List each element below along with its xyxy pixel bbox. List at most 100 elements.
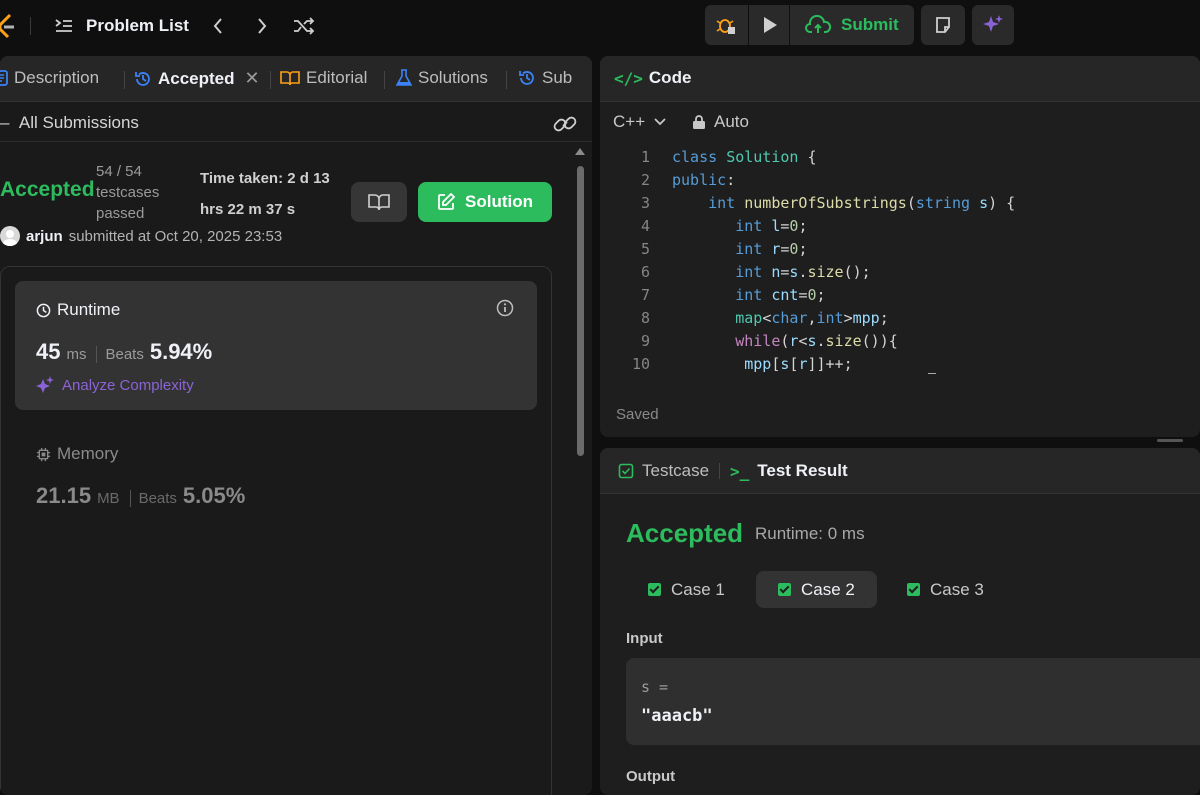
line-number: 5: [640, 240, 650, 258]
auto-mode[interactable]: Auto: [692, 112, 749, 132]
line-number: 3: [640, 194, 650, 212]
text-cursor: [928, 373, 936, 374]
code-line[interactable]: 5 int r=0;: [600, 240, 1200, 263]
tab-divider: [384, 71, 385, 89]
editor-toolbar: C++ Auto: [600, 102, 1200, 142]
code-line[interactable]: 4 int l=0;: [600, 217, 1200, 240]
chart-svg: 10%5%0%10ms20ms30ms40ms: [28, 111, 522, 344]
code-tab[interactable]: </> Code: [614, 68, 691, 88]
case-label: Case 1: [671, 579, 725, 599]
leetcode-logo-icon[interactable]: [0, 12, 18, 40]
code-line[interactable]: 8 map<char,int>mpp;: [600, 309, 1200, 332]
ai-assist-button[interactable]: [972, 5, 1014, 45]
info-icon[interactable]: [496, 299, 514, 322]
code-text: int r=0;: [735, 240, 808, 258]
scrollbar[interactable]: [574, 148, 586, 795]
case-label: Case 3: [930, 579, 984, 599]
close-icon[interactable]: ✕: [245, 68, 260, 89]
tab-description[interactable]: Description: [0, 68, 99, 88]
case-label: Case 2: [801, 579, 855, 599]
case-1-button[interactable]: Case 1: [626, 571, 747, 608]
runtime-value: 45: [36, 339, 61, 364]
sparkle-icon: [983, 15, 1003, 32]
input-value: "aaacb": [641, 706, 713, 726]
runtime-value-row: 45 ms Beats 5.94%: [36, 339, 212, 365]
memory-title: Memory: [57, 444, 119, 463]
line-number: 6: [640, 263, 650, 281]
problem-list-link[interactable]: Problem List: [86, 16, 189, 36]
cloud-upload-icon: [805, 15, 831, 33]
tab-editorial-label: Editorial: [306, 68, 368, 87]
tab-divider: [270, 71, 271, 89]
code-line[interactable]: 1 class Solution {: [600, 148, 1200, 171]
bug-icon: [716, 19, 735, 34]
link-icon[interactable]: [552, 111, 578, 137]
check-icon: [648, 583, 661, 596]
sparkle-icon: [36, 376, 54, 393]
line-number: 9: [640, 332, 650, 350]
code-text: while(r<s.size()){: [735, 332, 898, 350]
shuffle-icon[interactable]: [290, 12, 318, 40]
clock-icon: [36, 303, 51, 317]
chevron-right-icon[interactable]: [248, 12, 276, 40]
tab-solutions[interactable]: Solutions: [396, 68, 488, 88]
tab-editorial[interactable]: Editorial: [280, 68, 367, 88]
play-icon: [764, 17, 777, 33]
chevron-left-icon[interactable]: [204, 12, 232, 40]
submit-button[interactable]: Submit: [791, 5, 913, 45]
line-number: 8: [640, 309, 650, 327]
book-open-icon: [280, 71, 300, 86]
code-line[interactable]: 7 int cnt=0;: [600, 286, 1200, 309]
list-icon[interactable]: [50, 12, 78, 40]
solution-button[interactable]: Solution: [418, 182, 552, 222]
run-button[interactable]: [749, 5, 791, 45]
memory-value: 21.15: [36, 483, 92, 508]
case-3-button[interactable]: Case 3: [885, 571, 1006, 608]
all-submissions-link[interactable]: – All Submissions: [0, 113, 139, 133]
tab-accepted-label: Accepted: [158, 68, 235, 88]
time-taken-line1: Time taken: 2 d 13: [200, 170, 330, 187]
edit-icon: [438, 193, 455, 210]
analyze-label: Analyze Complexity: [62, 376, 194, 394]
memory-unit: MB: [97, 490, 120, 507]
scroll-up-arrow[interactable]: [575, 148, 585, 155]
code-text: int l=0;: [735, 217, 808, 235]
analyze-complexity-link[interactable]: Analyze Complexity: [36, 376, 194, 394]
checkbox-icon: [618, 463, 634, 479]
avatar[interactable]: [0, 226, 20, 246]
username[interactable]: arjun: [26, 228, 63, 245]
code-line[interactable]: 2 public:: [600, 171, 1200, 194]
code-editor[interactable]: 1 class Solution { 2 public: 3 int numberO…: [600, 148, 1200, 388]
code-line[interactable]: 9 while(r<s.size()){: [600, 332, 1200, 355]
tab-submissions[interactable]: Sub: [518, 68, 572, 88]
submitted-at: submitted at Oct 20, 2025 23:53: [68, 227, 283, 245]
output-label: Output: [626, 768, 676, 785]
scroll-thumb[interactable]: [577, 166, 584, 456]
runtime-beats-value: 5.94%: [149, 339, 213, 364]
code-line[interactable]: 10 mpp[s[r]]++;: [600, 355, 1200, 378]
left-panel: Description Accepted ✕ Editorial Solutio…: [0, 56, 592, 795]
chip-icon: [36, 447, 51, 461]
case-2-button[interactable]: Case 2: [756, 571, 877, 608]
tab-testcase[interactable]: Testcase: [618, 461, 709, 481]
panel-resize-handle[interactable]: [1157, 439, 1183, 442]
tab-test-result[interactable]: >_ Test Result: [730, 461, 848, 481]
code-text: int numberOfSubstrings(string s) {: [708, 194, 1016, 212]
input-box[interactable]: s = "aaacb": [626, 658, 1200, 745]
code-line[interactable]: 6 int n=s.size();: [600, 263, 1200, 286]
runtime-distribution-chart[interactable]: 10%5%0%10ms20ms30ms40ms: [20, 111, 530, 795]
code-line[interactable]: 3 int numberOfSubstrings(string s) {: [600, 194, 1200, 217]
language-select[interactable]: C++: [613, 112, 667, 132]
debug-button[interactable]: [705, 5, 747, 45]
tab-accepted[interactable]: Accepted ✕: [134, 68, 260, 89]
check-icon: [907, 583, 920, 596]
line-number: 2: [640, 171, 650, 189]
note-button[interactable]: [921, 5, 965, 45]
code-text: class Solution {: [672, 148, 817, 166]
tab-description-label: Description: [14, 68, 100, 87]
check-icon: [778, 583, 791, 596]
arrow-left-icon: –: [0, 113, 10, 132]
memory-header[interactable]: Memory: [36, 444, 118, 464]
code-panel: </> Code C++ Auto 1 class Solution { 2 pub…: [600, 56, 1200, 437]
editorial-button[interactable]: [351, 182, 407, 222]
